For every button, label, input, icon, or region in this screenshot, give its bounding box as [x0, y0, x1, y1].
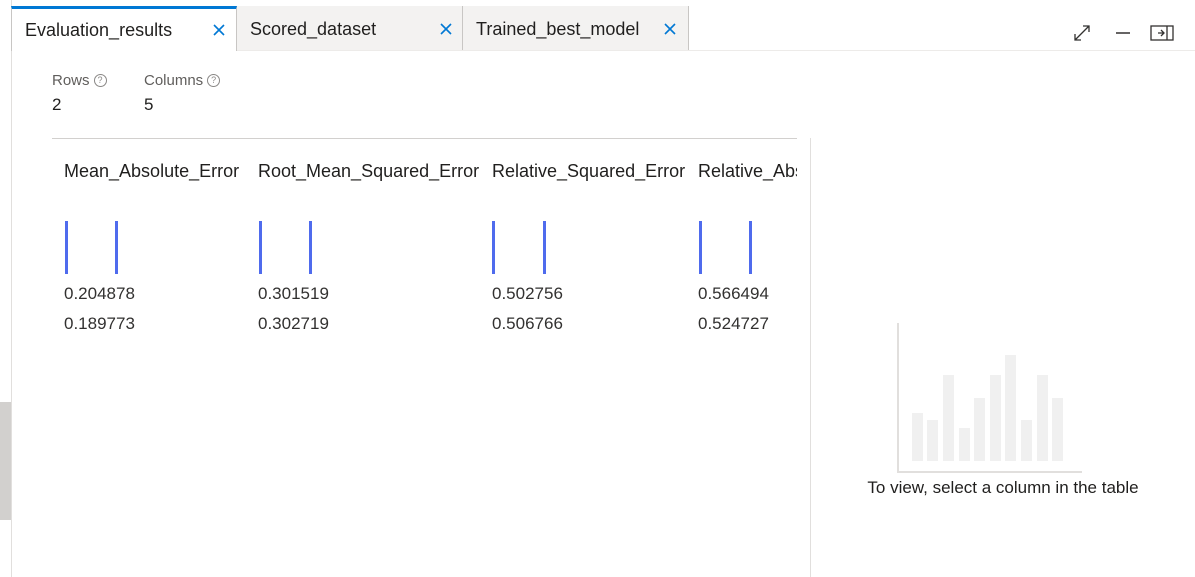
help-icon[interactable]: ?	[93, 74, 107, 87]
table-cell: 0.524727	[698, 314, 769, 333]
histogram-bar	[65, 221, 68, 274]
histogram-bar	[699, 221, 702, 274]
tab-trained-best-model[interactable]: Trained_best_model	[463, 6, 689, 50]
columns-stat: Columns ? 5	[144, 72, 221, 115]
help-icon[interactable]: ?	[207, 74, 221, 87]
columns-value: 5	[144, 95, 154, 114]
expand-icon[interactable]	[1069, 20, 1095, 46]
dock-panel-icon[interactable]	[1149, 20, 1175, 46]
close-icon[interactable]	[211, 22, 227, 38]
left-scroll-rail[interactable]	[0, 0, 12, 577]
rows-value: 2	[52, 95, 62, 114]
data-table: Mean_Absolute_Error 0.204878 0.189773 Ro…	[52, 139, 797, 577]
table-cell: 0.204878	[64, 284, 135, 303]
column-header[interactable]: Relative_Squared_Error	[492, 161, 685, 182]
panel-divider	[810, 138, 811, 577]
table-cell: 0.301519	[258, 284, 329, 303]
histogram-bar	[543, 221, 546, 274]
table-cell: 0.502756	[492, 284, 563, 303]
tab-label: Evaluation_results	[25, 20, 173, 40]
histogram-bar	[749, 221, 752, 274]
table-cell: 0.189773	[64, 314, 135, 333]
histogram-bar	[492, 221, 495, 274]
rows-label: Rows	[52, 72, 90, 89]
table-cell: 0.302719	[258, 314, 329, 333]
rows-stat: Rows ? 2	[52, 72, 107, 115]
close-icon[interactable]	[662, 21, 678, 37]
table-cell: 0.506766	[492, 314, 563, 333]
histogram-bar	[309, 221, 312, 274]
tab-scored-dataset[interactable]: Scored_dataset	[237, 6, 463, 50]
tab-label: Trained_best_model	[476, 19, 640, 39]
columns-label: Columns	[144, 72, 204, 89]
table-cell: 0.566494	[698, 284, 769, 303]
column-header[interactable]: Relative_Abs	[698, 161, 797, 182]
tab-evaluation-results[interactable]: Evaluation_results	[11, 6, 237, 51]
tab-bar: Evaluation_results Scored_dataset Traine…	[11, 0, 1195, 51]
minimize-icon[interactable]	[1110, 20, 1136, 46]
close-icon[interactable]	[438, 21, 454, 37]
histogram-bar	[115, 221, 118, 274]
empty-state-message: To view, select a column in the table	[867, 478, 1139, 497]
tab-label: Scored_dataset	[250, 19, 377, 39]
histogram-bar	[259, 221, 262, 274]
column-header[interactable]: Mean_Absolute_Error	[64, 161, 239, 182]
empty-chart-illustration	[897, 323, 1082, 473]
scrollbar-thumb[interactable]	[0, 402, 11, 520]
column-header[interactable]: Root_Mean_Squared_Error	[258, 161, 479, 182]
